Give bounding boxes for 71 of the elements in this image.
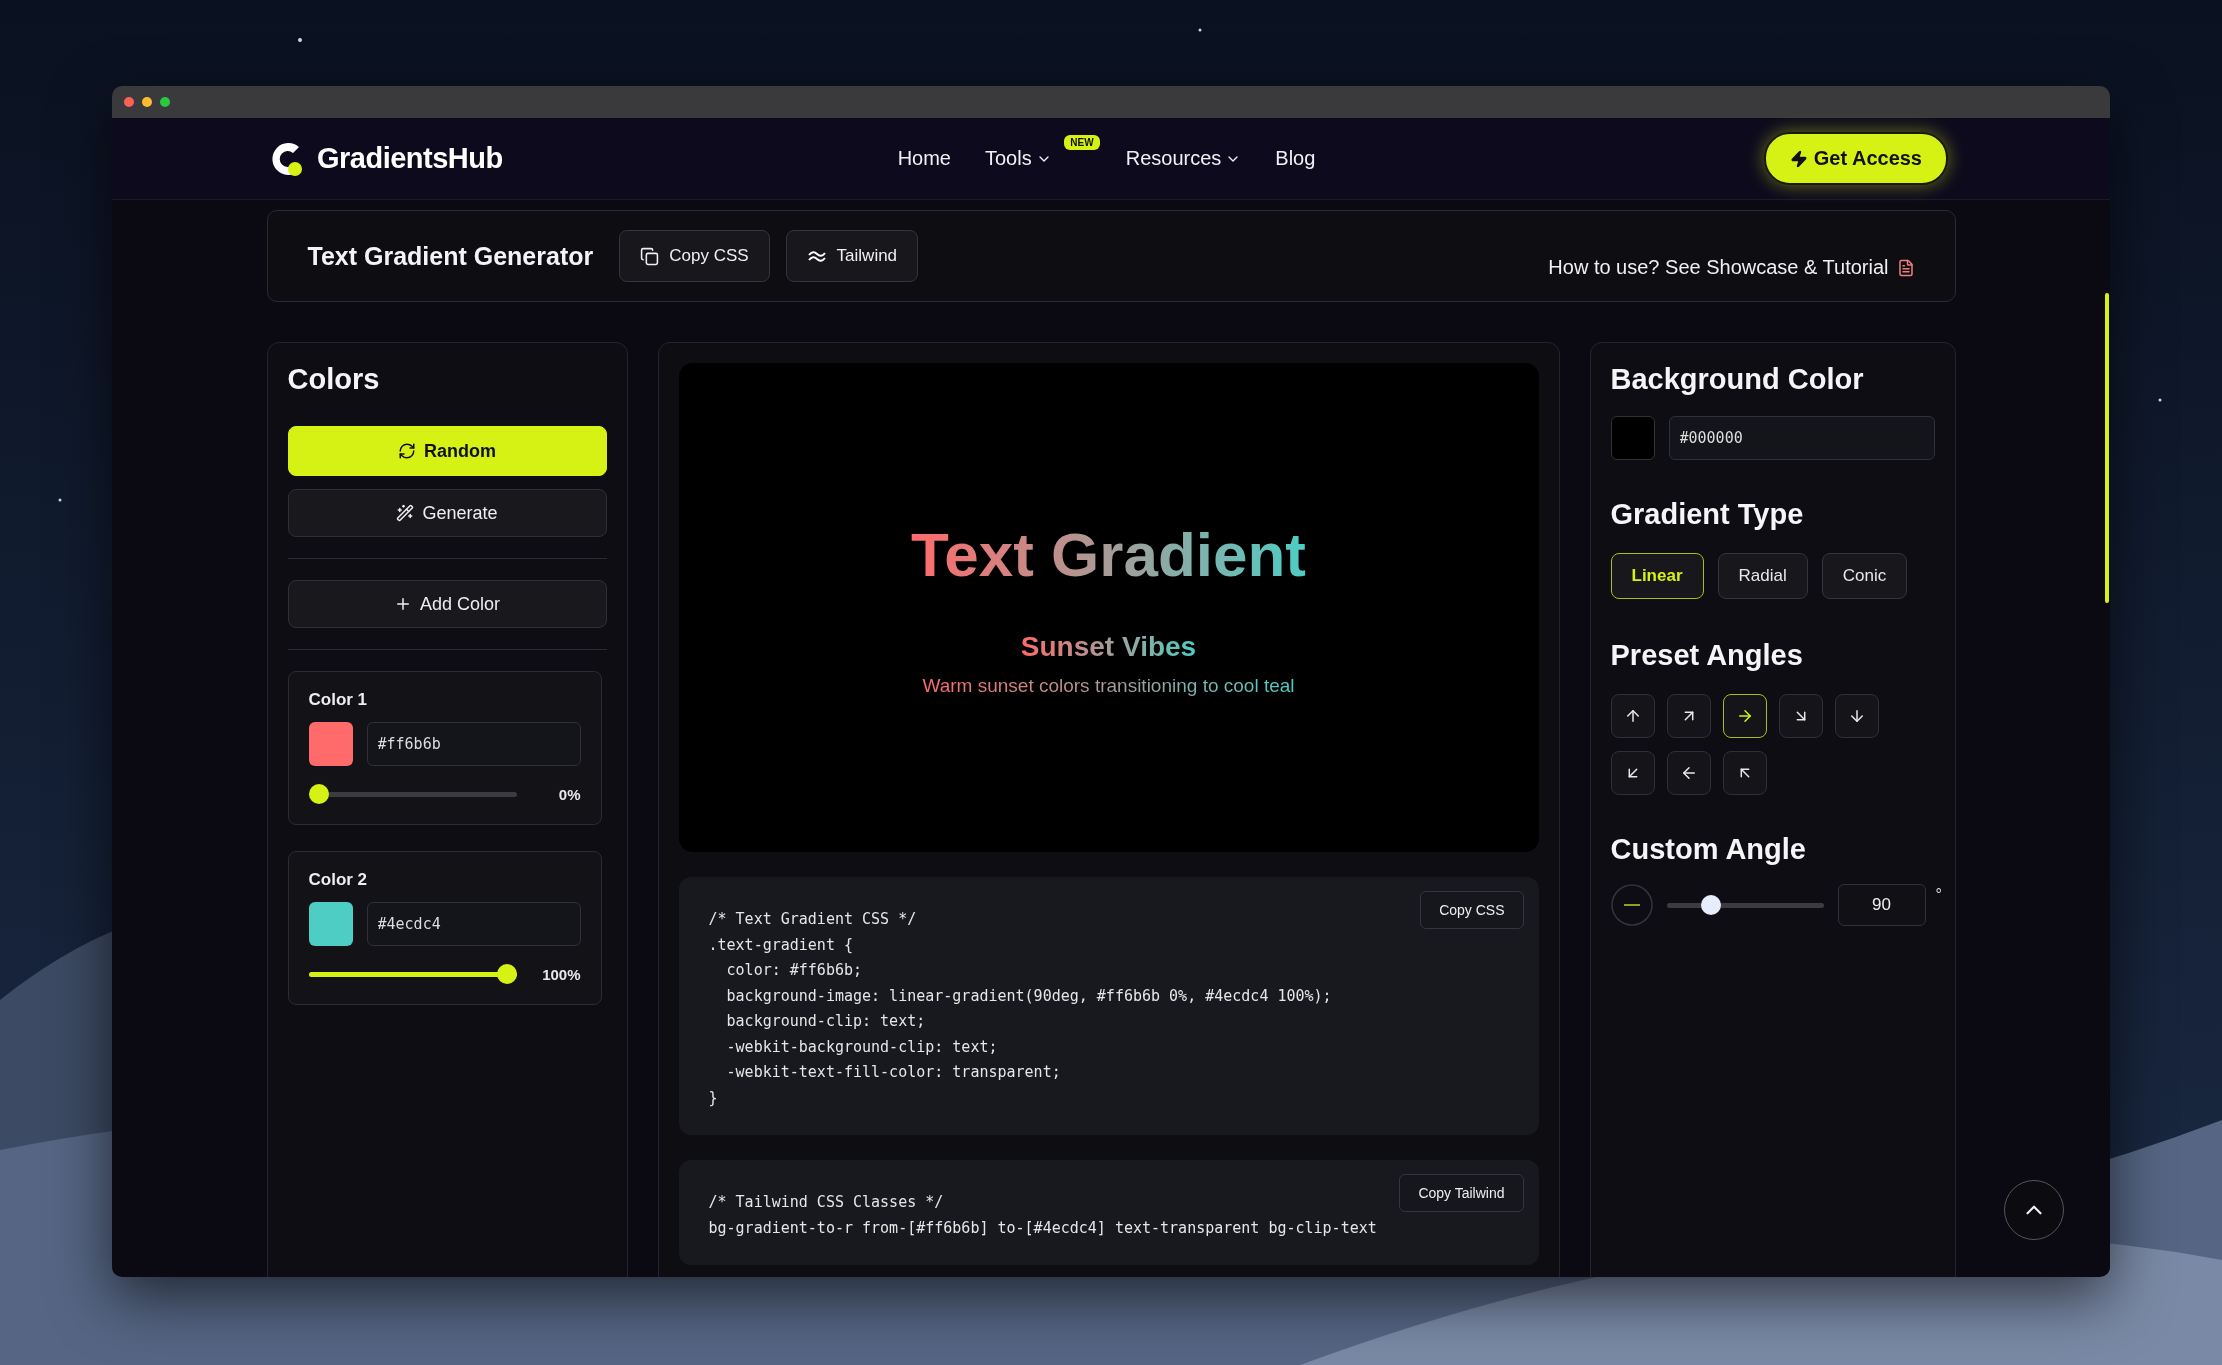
section-title: Preset Angles [1610,639,1804,672]
angle-preset-button[interactable] [1722,751,1767,795]
copy-icon [640,246,660,266]
panel-title: Colors [287,363,381,396]
page-title: Text Gradient Generator [307,241,594,271]
code-line: -webkit-text-fill-color: transparent; [725,1062,1061,1083]
lightning-icon [1789,149,1808,168]
magic-wand-icon [396,504,415,522]
position-slider[interactable] [308,784,517,804]
document-icon [1896,258,1915,277]
brand-name[interactable]: GradientsHub [317,142,503,175]
hex-input-field[interactable]: #ff6b6b [366,722,581,766]
code-line: background-image: linear-gradient(90deg, #ff6b6b 0%, #4ecdc4 100%); [725,985,1332,1007]
tutorial-link[interactable]: How to use? See Showcase & Tutorial [1548,256,1915,279]
color-swatch[interactable] [1610,416,1655,460]
angle-preset-button[interactable] [1834,694,1879,738]
action-button[interactable]: Random [287,426,607,476]
code-line: color: #ff6b6b; [725,960,863,981]
scrollbar-thumb[interactable] [2105,293,2109,603]
angle-preset-button[interactable] [1666,694,1711,738]
hex-input-field[interactable]: #4ecdc4 [366,902,581,946]
code-line: -webkit-background-clip: text; [725,1036,998,1058]
code-line: background-clip: text; [725,1011,926,1032]
code-line: bg-gradient-to-r from-[#ff6b6b] to-[#4ecdc4] text-transparent bg-clip-text [708,1217,1377,1239]
nav-link[interactable]: Resources [1125,147,1242,170]
angle-input-field[interactable]: 90 [1837,884,1926,926]
action-button[interactable]: Generate [287,489,607,537]
nav-link[interactable]: Blog [1275,147,1316,170]
close-window-icon[interactable] [124,97,134,107]
slider-thumb[interactable] [1700,895,1721,915]
new-badge: NEW [1064,135,1100,150]
toolbar-button[interactable]: Copy CSS [619,230,770,282]
color-swatch[interactable] [308,902,353,946]
get-access-button[interactable]: Get Access [1763,132,1948,185]
section-title: Gradient Type [1610,498,1805,531]
code-line: /* Tailwind CSS Classes */ [708,1192,944,1213]
code-line: /* Text Gradient CSS */ [708,909,917,930]
section-title: Custom Angle [1610,833,1807,866]
angle-preset-button[interactable] [1778,694,1823,738]
code-line: } [708,1087,718,1109]
position-reading: 100% [542,965,581,983]
position-reading: 0% [558,785,581,803]
angle-slider[interactable] [1666,895,1824,915]
gradient-type-tab[interactable]: Conic [1821,553,1908,599]
nav-link[interactable]: Home [897,147,951,170]
position-slider[interactable] [308,964,517,984]
color-stop-name: Color 1 [308,690,369,710]
angle-dial-icon [1610,884,1653,926]
nav-link[interactable]: Tools [985,147,1052,170]
minimize-window-icon[interactable] [142,97,152,107]
gradient-type-tab[interactable]: Radial [1717,553,1808,599]
angle-preset-button[interactable] [1722,694,1767,738]
degree-unit: ° [1935,886,1942,904]
angle-preset-button[interactable] [1666,751,1711,795]
code-line: .text-gradient { [708,934,853,956]
maximize-window-icon[interactable] [160,97,170,107]
toolbar-button[interactable]: Tailwind [785,230,919,282]
refresh-icon [398,442,416,460]
copy-button[interactable]: Copy Tailwind [1399,1174,1524,1212]
slider-thumb[interactable] [496,964,517,984]
color-stop-name: Color 2 [308,870,369,890]
hex-input-field[interactable]: #000000 [1668,416,1935,460]
add-color-button[interactable]: Add Color [287,580,607,628]
slider-thumb[interactable] [308,784,329,804]
wave-icon [806,249,827,263]
gradient-type-tab[interactable]: Linear [1610,553,1704,599]
angle-preset-button[interactable] [1610,694,1655,738]
color-swatch[interactable] [308,722,353,766]
copy-button[interactable]: Copy CSS [1420,891,1524,929]
angle-preset-button[interactable] [1610,751,1655,795]
section-title: Background Color [1610,363,1865,396]
